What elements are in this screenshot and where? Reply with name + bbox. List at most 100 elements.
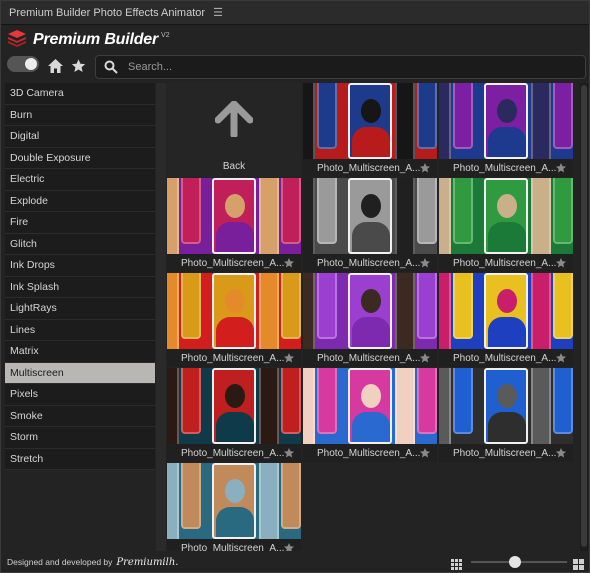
sidebar-item-digital[interactable]: Digital bbox=[5, 126, 155, 148]
thumbnail-panel bbox=[303, 368, 315, 444]
thumbnail-panel bbox=[453, 273, 473, 339]
preset-tile[interactable]: Photo_Multiscreen_A... bbox=[439, 178, 573, 272]
developer-logo: Premiumilh. bbox=[116, 556, 179, 568]
tile-label: Photo_Multiscreen_A... bbox=[317, 257, 421, 269]
sidebar-item-multiscreen[interactable]: Multiscreen bbox=[5, 362, 155, 384]
sidebar-item-lines[interactable]: Lines bbox=[5, 319, 155, 341]
tile-caption: Photo_Multiscreen_A... bbox=[439, 444, 573, 462]
search-box[interactable] bbox=[95, 55, 586, 79]
thumbnail-panel bbox=[531, 178, 551, 254]
zoom-slider[interactable] bbox=[471, 556, 567, 568]
grid-large-icon[interactable] bbox=[573, 557, 584, 573]
preset-tile[interactable]: Photo_Multiscreen_A... bbox=[167, 273, 301, 367]
favorite-star-icon[interactable] bbox=[555, 162, 567, 177]
preset-thumbnail bbox=[167, 273, 301, 349]
preset-tile[interactable]: Photo_Multiscreen_A... bbox=[167, 368, 301, 462]
thumbnail-panel bbox=[439, 368, 451, 444]
sidebar-item-storm[interactable]: Storm bbox=[5, 427, 155, 449]
tile-label: Photo_Multiscreen_A... bbox=[317, 162, 421, 174]
favorite-star-icon[interactable] bbox=[283, 257, 295, 272]
sidebar-item-ink-splash[interactable]: Ink Splash bbox=[5, 276, 155, 298]
thumbnail-main-panel bbox=[484, 273, 528, 349]
thumbnail-panel bbox=[395, 83, 415, 159]
thumbnail-panel bbox=[439, 273, 451, 349]
arrow-up-icon bbox=[215, 101, 253, 137]
preset-tile[interactable]: Photo_Multiscreen_A... bbox=[303, 178, 437, 272]
back-label: Back bbox=[222, 161, 246, 172]
sidebar-item-double-exposure[interactable]: Double Exposure bbox=[5, 147, 155, 169]
search-input[interactable] bbox=[128, 58, 568, 76]
thumbnail-panel bbox=[303, 178, 315, 254]
thumbnail-panel bbox=[453, 368, 473, 434]
sidebar-item-3d-camera[interactable]: 3D Camera bbox=[5, 83, 155, 105]
preset-thumbnail bbox=[303, 273, 437, 349]
brand-version: V2 bbox=[161, 31, 170, 39]
tile-caption: Photo_Multiscreen_A... bbox=[303, 254, 437, 272]
sidebar-item-matrix[interactable]: Matrix bbox=[5, 341, 155, 363]
preset-tile[interactable]: Photo_Multiscreen_A... bbox=[167, 178, 301, 272]
tile-label: Photo_Multiscreen_A... bbox=[181, 257, 285, 269]
thumbnail-panel bbox=[317, 273, 337, 339]
thumbnail-panel bbox=[167, 463, 179, 539]
thumbnail-main-panel bbox=[348, 368, 392, 444]
favorites-button[interactable] bbox=[69, 57, 87, 75]
sidebar-item-glitch[interactable]: Glitch bbox=[5, 233, 155, 255]
favorite-star-icon[interactable] bbox=[419, 257, 431, 272]
zoom-slider-knob[interactable] bbox=[509, 556, 521, 568]
thumbnail-panel bbox=[531, 273, 551, 349]
brand-bar: Premium Builder V2 bbox=[1, 26, 589, 54]
tile-label: Photo_Multiscreen_A... bbox=[453, 162, 557, 174]
sidebar-item-fire[interactable]: Fire bbox=[5, 212, 155, 234]
thumbnail-panel bbox=[303, 83, 315, 159]
stack-logo-icon bbox=[7, 29, 27, 52]
favorite-star-icon[interactable] bbox=[419, 447, 431, 462]
favorite-star-icon[interactable] bbox=[283, 542, 295, 551]
preset-tile[interactable]: Photo_Multiscreen_A... bbox=[303, 368, 437, 462]
panel-divider[interactable] bbox=[156, 83, 166, 551]
thumbnail-panel bbox=[395, 178, 415, 254]
thumbnail-panel bbox=[259, 273, 279, 349]
thumbnail-panel bbox=[259, 463, 279, 539]
preset-tile[interactable]: Photo_Multiscreen_A... bbox=[439, 273, 573, 367]
thumbnail-panel bbox=[317, 368, 337, 434]
favorite-star-icon[interactable] bbox=[555, 447, 567, 462]
tile-caption: Photo_Multiscreen_A... bbox=[439, 349, 573, 367]
favorite-star-icon[interactable] bbox=[555, 352, 567, 367]
favorite-star-icon[interactable] bbox=[283, 352, 295, 367]
preset-tile[interactable]: Photo_Multiscreen_A... bbox=[439, 83, 573, 177]
sidebar-item-lightrays[interactable]: LightRays bbox=[5, 298, 155, 320]
preset-thumbnail bbox=[303, 368, 437, 444]
home-button[interactable] bbox=[46, 57, 64, 75]
favorite-star-icon[interactable] bbox=[419, 352, 431, 367]
grid-small-icon[interactable] bbox=[451, 557, 462, 573]
back-tile[interactable]: Back bbox=[167, 83, 301, 177]
thumbnail-main-panel bbox=[212, 463, 256, 539]
title-bar: Premium Builder Photo Effects Animator ☰ bbox=[1, 1, 589, 25]
preset-tile[interactable]: Photo_Multiscreen_A... bbox=[167, 463, 301, 551]
preset-tile[interactable]: Photo_Multiscreen_A... bbox=[439, 368, 573, 462]
app-window: Premium Builder Photo Effects Animator ☰… bbox=[0, 0, 590, 573]
preset-thumbnail bbox=[439, 178, 573, 254]
tile-caption: Photo_Multiscreen_A... bbox=[167, 349, 301, 367]
thumbnail-panel bbox=[281, 178, 301, 244]
home-icon bbox=[47, 59, 63, 73]
tile-caption: Photo_Multiscreen_A... bbox=[439, 254, 573, 272]
preset-tile[interactable]: Photo_Multiscreen_A... bbox=[303, 83, 437, 177]
scrollbar-thumb[interactable] bbox=[581, 85, 587, 547]
sidebar-item-explode[interactable]: Explode bbox=[5, 190, 155, 212]
sidebar-item-pixels[interactable]: Pixels bbox=[5, 384, 155, 406]
sidebar-item-electric[interactable]: Electric bbox=[5, 169, 155, 191]
search-icon bbox=[104, 60, 118, 74]
grid-scrollbar[interactable] bbox=[580, 83, 588, 551]
favorite-star-icon[interactable] bbox=[283, 447, 295, 462]
sidebar-item-stretch[interactable]: Stretch bbox=[5, 448, 155, 470]
sidebar-item-ink-drops[interactable]: Ink Drops bbox=[5, 255, 155, 277]
sidebar-item-smoke[interactable]: Smoke bbox=[5, 405, 155, 427]
favorite-star-icon[interactable] bbox=[555, 257, 567, 272]
mode-toggle[interactable] bbox=[7, 56, 39, 72]
hamburger-icon[interactable]: ☰ bbox=[213, 6, 223, 19]
preset-tile[interactable]: Photo_Multiscreen_A... bbox=[303, 273, 437, 367]
sidebar-item-burn[interactable]: Burn bbox=[5, 104, 155, 126]
thumbnail-main-panel bbox=[348, 178, 392, 254]
favorite-star-icon[interactable] bbox=[419, 162, 431, 177]
